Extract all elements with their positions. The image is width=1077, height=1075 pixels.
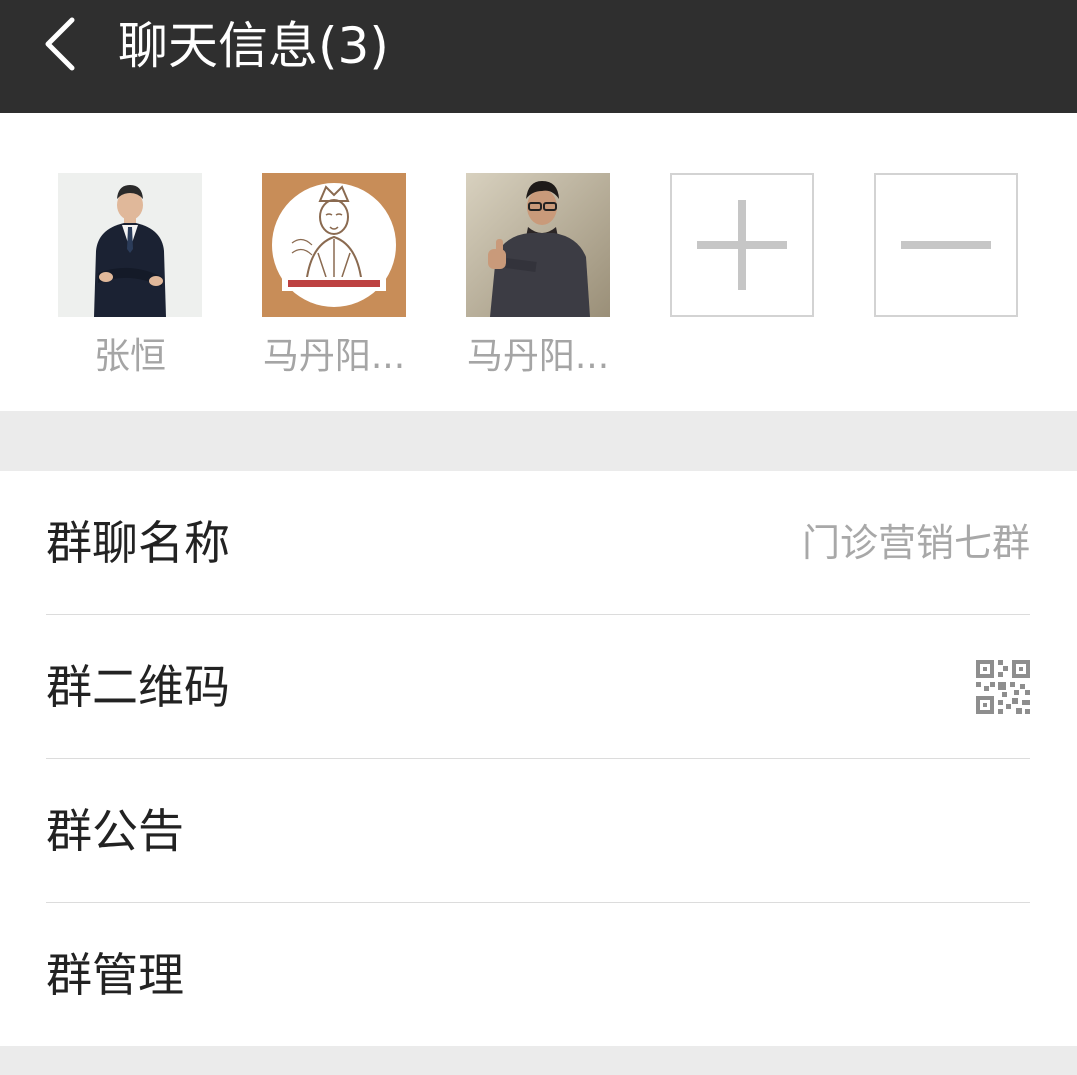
qr-code-icon [976, 659, 1030, 714]
group-qr-label: 群二维码 [46, 659, 230, 714]
member-name: 张恒 [93, 336, 166, 377]
member-grid: 张恒 马丹阳... 马丹阳... [0, 113, 1077, 411]
group-manage-row[interactable]: 群管理 [46, 903, 1030, 1046]
group-notice-row[interactable]: 群公告 [46, 759, 1030, 903]
member-item[interactable]: 马丹阳... [262, 173, 406, 379]
page-title: 聊天信息(3) [118, 17, 389, 75]
member-item[interactable]: 张恒 [58, 173, 202, 379]
top-bar: 聊天信息(3) [0, 0, 1077, 113]
member-name: 马丹阳... [466, 336, 610, 377]
group-name-row[interactable]: 群聊名称 门诊营销七群 [46, 471, 1030, 615]
back-button[interactable] [30, 14, 90, 74]
plus-icon [697, 200, 787, 290]
minus-icon [901, 241, 991, 249]
avatar [466, 173, 610, 317]
remove-member-button[interactable] [874, 173, 1018, 317]
settings-list: 群聊名称 门诊营销七群 群二维码 群公告 群管理 [0, 471, 1077, 1046]
avatar [262, 173, 406, 317]
group-name-label: 群聊名称 [46, 515, 230, 570]
avatar [58, 173, 202, 317]
group-manage-label: 群管理 [46, 947, 184, 1002]
member-name: 马丹阳... [262, 336, 406, 377]
member-item[interactable]: 马丹阳... [466, 173, 610, 379]
chevron-left-icon [45, 17, 75, 71]
group-qr-row[interactable]: 群二维码 [46, 615, 1030, 759]
add-member-button[interactable] [670, 173, 814, 317]
group-name-value: 门诊营销七群 [801, 520, 1030, 565]
group-notice-label: 群公告 [46, 803, 184, 858]
